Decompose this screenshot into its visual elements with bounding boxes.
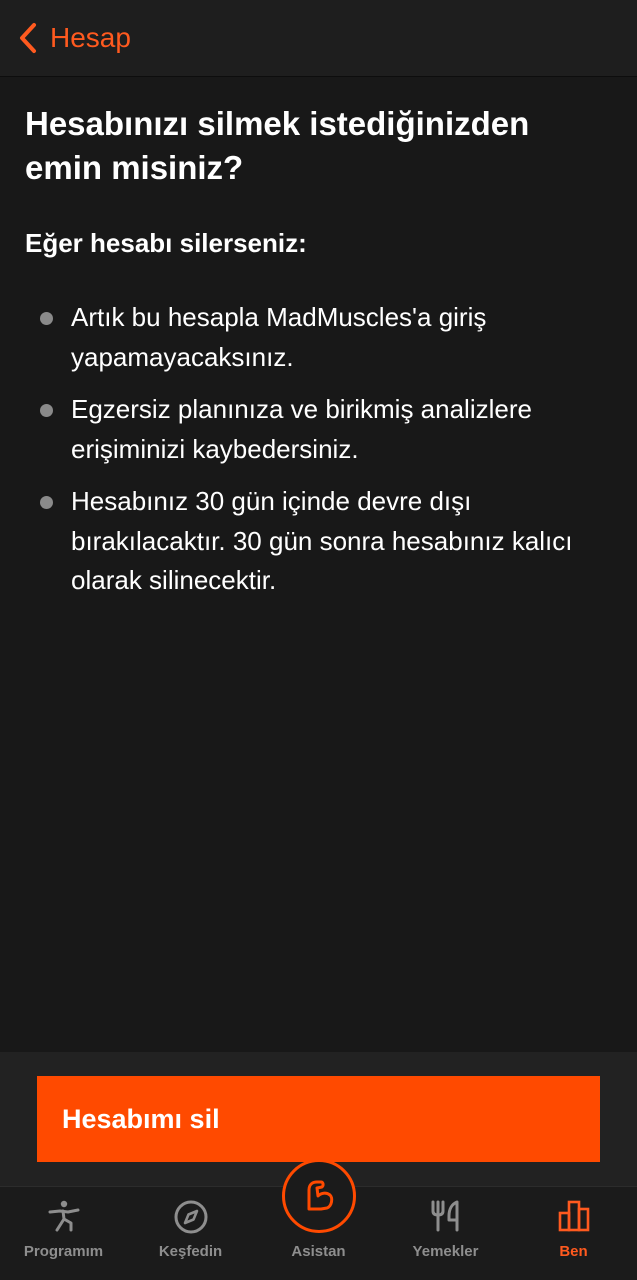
- list-item: Artık bu hesapla MadMuscles'a giriş yapa…: [40, 298, 600, 377]
- tab-yemekler[interactable]: Yemekler: [382, 1187, 509, 1280]
- tab-ben[interactable]: Ben: [510, 1187, 637, 1280]
- list-item: Egzersiz planınıza ve birikmiş analizler…: [40, 390, 600, 469]
- tab-label: Keşfedin: [158, 1243, 223, 1260]
- bottom-tab-bar: Programım Keşfedin Asistan Yemekler Ben: [0, 1159, 637, 1280]
- flexed-arm-icon: [281, 1159, 356, 1233]
- list-item: Hesabınız 30 gün içinde devre dışı bırak…: [40, 482, 600, 601]
- bullet-dot-icon: [40, 404, 53, 417]
- tab-label: Ben: [559, 1243, 588, 1260]
- list-item-text: Hesabınız 30 gün içinde devre dışı bırak…: [71, 486, 573, 595]
- fork-knife-icon: [429, 1199, 463, 1238]
- bar-chart-icon: [557, 1199, 591, 1238]
- back-label: Hesap: [50, 22, 131, 53]
- chevron-left-icon: [18, 22, 38, 54]
- list-item-text: Artık bu hesapla MadMuscles'a giriş yapa…: [71, 302, 487, 372]
- stretching-person-icon: [47, 1199, 81, 1238]
- bullet-dot-icon: [40, 496, 53, 509]
- bullet-dot-icon: [40, 312, 53, 325]
- tab-kesfedin[interactable]: Keşfedin: [127, 1187, 254, 1280]
- page-title: Hesabınızı silmek istediğinizden emin mi…: [25, 105, 530, 186]
- section-subtitle: Eğer hesabı silerseniz:: [25, 228, 307, 258]
- list-item-text: Egzersiz planınıza ve birikmiş analizler…: [71, 394, 532, 464]
- tab-asistan[interactable]: Asistan: [255, 1159, 382, 1280]
- compass-icon: [173, 1199, 209, 1240]
- top-navbar: Hesap: [0, 0, 637, 77]
- back-button[interactable]: Hesap: [0, 0, 143, 77]
- tab-label: Yemekler: [412, 1243, 479, 1260]
- delete-account-button[interactable]: Hesabımı sil: [37, 1076, 600, 1162]
- tab-programim[interactable]: Programım: [0, 1187, 127, 1280]
- tab-label: Asistan: [291, 1243, 346, 1260]
- tab-label: Programım: [23, 1243, 104, 1260]
- app-screen: Hesap Hesabınızı silmek istediğinizden e…: [0, 0, 637, 1280]
- consequence-list: Artık bu hesapla MadMuscles'a giriş yapa…: [40, 298, 600, 601]
